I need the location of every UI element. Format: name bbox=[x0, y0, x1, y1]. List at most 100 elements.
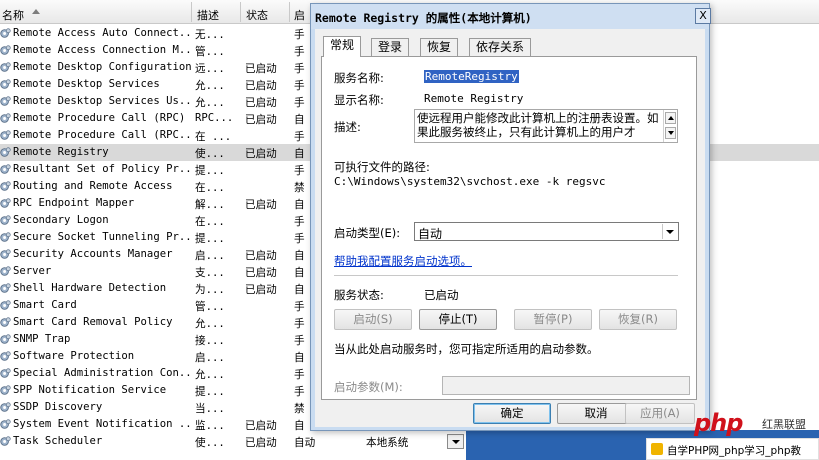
exe-path-label: 可执行文件的路径: bbox=[334, 160, 430, 174]
startup-type-select[interactable]: 自动 bbox=[414, 222, 679, 241]
service-gear-icon bbox=[0, 113, 11, 123]
service-name-cell: Software Protection bbox=[13, 350, 135, 362]
service-gear-icon bbox=[0, 283, 11, 293]
start-button[interactable]: 启动(S) bbox=[334, 309, 412, 330]
service-description-cell: 接... bbox=[195, 335, 225, 347]
service-description-cell: 解... bbox=[195, 199, 225, 211]
tab-dependencies[interactable]: 依存关系 bbox=[469, 38, 532, 56]
service-gear-icon bbox=[0, 181, 11, 191]
column-name[interactable]: 名称 bbox=[2, 7, 24, 23]
service-gear-icon bbox=[0, 266, 11, 276]
service-status-cell: 已启动 bbox=[245, 63, 277, 75]
service-description-cell: 在 ... bbox=[195, 131, 232, 143]
watermark-caption-box: 自学PHP网_php学习_php教 bbox=[646, 438, 819, 460]
service-description-cell: 允... bbox=[195, 97, 225, 109]
site-watermark: php 红黑联盟 自学PHP网_php学习_php教 bbox=[646, 408, 819, 460]
service-name-cell: Resultant Set of Policy Pr... bbox=[13, 163, 191, 175]
service-name-cell: Secondary Logon bbox=[13, 214, 109, 226]
service-gear-icon bbox=[0, 368, 11, 378]
service-name-cell: SSDP Discovery bbox=[13, 401, 103, 413]
service-gear-icon bbox=[0, 300, 11, 310]
service-gear-icon bbox=[0, 96, 11, 106]
column-description[interactable]: 描述 bbox=[197, 7, 219, 23]
sort-ascending-icon bbox=[32, 9, 40, 14]
chevron-down-icon[interactable] bbox=[662, 224, 677, 239]
service-name-cell: SPP Notification Service bbox=[13, 384, 167, 396]
exe-path-value[interactable]: C:\Windows\system32\svchost.exe -k regsv… bbox=[334, 175, 606, 188]
service-description-cell: 为... bbox=[195, 284, 225, 296]
service-description-cell: 提... bbox=[195, 233, 225, 245]
scroll-up-icon[interactable] bbox=[665, 112, 676, 124]
service-name-cell: Remote Desktop Configuration bbox=[13, 61, 191, 73]
service-description-cell: 监... bbox=[195, 420, 225, 432]
display-name-label: 显示名称: bbox=[334, 93, 384, 107]
service-name-cell: Smart Card bbox=[13, 299, 77, 311]
column-startup-type[interactable]: 启 bbox=[294, 7, 305, 23]
chevron-down-icon[interactable] bbox=[447, 434, 464, 449]
service-gear-icon bbox=[0, 79, 11, 89]
column-divider[interactable] bbox=[289, 2, 290, 22]
service-description-cell: 允... bbox=[195, 80, 225, 92]
service-name-cell: Remote Procedure Call (RPC) bbox=[13, 112, 186, 124]
service-description-cell: 管... bbox=[195, 301, 225, 313]
service-gear-icon bbox=[0, 130, 11, 140]
service-status-cell: 已启动 bbox=[245, 250, 277, 262]
stop-button[interactable]: 停止(T) bbox=[419, 309, 497, 330]
display-name-value[interactable]: Remote Registry bbox=[424, 92, 523, 105]
watermark-brand: 红黑联盟 bbox=[762, 418, 806, 431]
php-logo: php bbox=[694, 409, 743, 437]
service-description-cell: 提... bbox=[195, 386, 225, 398]
pause-button[interactable]: 暂停(P) bbox=[514, 309, 592, 330]
service-description-cell: 当... bbox=[195, 403, 225, 415]
php-badge-icon bbox=[651, 443, 663, 455]
tab-logon[interactable]: 登录 bbox=[371, 38, 410, 56]
service-name-cell: RPC Endpoint Mapper bbox=[13, 197, 135, 209]
service-gear-icon bbox=[0, 334, 11, 344]
service-gear-icon bbox=[0, 419, 11, 429]
column-status[interactable]: 状态 bbox=[246, 7, 268, 23]
separator bbox=[334, 275, 678, 276]
service-description-cell: 支... bbox=[195, 267, 225, 279]
dialog-titlebar[interactable]: Remote Registry 的属性(本地计算机) bbox=[311, 4, 709, 29]
ok-button[interactable]: 确定 bbox=[473, 403, 551, 424]
cancel-button[interactable]: 取消 bbox=[557, 403, 635, 424]
resume-button[interactable]: 恢复(R) bbox=[599, 309, 677, 330]
service-gear-icon bbox=[0, 385, 11, 395]
tab-general[interactable]: 常规 bbox=[323, 36, 362, 57]
start-params-hint: 当从此处启动服务时，您可指定所适用的启动参数。 bbox=[334, 342, 599, 356]
service-status-label: 服务状态: bbox=[334, 288, 384, 302]
service-gear-icon bbox=[0, 28, 11, 38]
service-description-cell: 提... bbox=[195, 165, 225, 177]
service-name-value[interactable]: RemoteRegistry bbox=[424, 70, 519, 83]
properties-dialog: Remote Registry 的属性(本地计算机) X 常规 登录 恢复 依存… bbox=[310, 3, 711, 431]
scroll-down-icon[interactable] bbox=[665, 127, 676, 139]
service-description-cell: 启... bbox=[195, 250, 225, 262]
service-name-cell: Security Accounts Manager bbox=[13, 248, 173, 260]
service-status-cell: 已启动 bbox=[245, 148, 277, 160]
service-description-cell: 启... bbox=[195, 352, 225, 364]
service-description-cell: 无... bbox=[195, 29, 225, 41]
service-description-cell: 使... bbox=[195, 437, 225, 449]
column-divider[interactable] bbox=[191, 2, 192, 22]
service-name-cell: Remote Desktop Services Us... bbox=[13, 95, 191, 107]
description-textbox[interactable]: 使远程用户能修改此计算机上的注册表设置。如果此服务被终止，只有此计算机上的用户才 bbox=[414, 109, 678, 143]
service-status-value: 已启动 bbox=[424, 288, 459, 302]
description-scrollbar[interactable] bbox=[663, 110, 677, 142]
startup-help-link[interactable]: 帮助我配置服务启动选项。 bbox=[334, 253, 472, 269]
column-divider[interactable] bbox=[240, 2, 241, 22]
start-params-input[interactable] bbox=[442, 376, 690, 395]
close-icon[interactable]: X bbox=[695, 8, 711, 24]
service-status-cell: 已启动 bbox=[245, 420, 277, 432]
service-name-cell: Remote Registry bbox=[13, 146, 109, 158]
service-gear-icon bbox=[0, 436, 11, 446]
service-name-selection[interactable]: RemoteRegistry bbox=[424, 70, 519, 83]
description-label: 描述: bbox=[334, 120, 361, 134]
service-name-cell: Remote Access Connection M... bbox=[13, 44, 191, 56]
service-name-cell: Remote Access Auto Connect... bbox=[13, 27, 191, 39]
service-gear-icon bbox=[0, 249, 11, 259]
startup-type-value: 自动 bbox=[418, 227, 443, 241]
service-gear-icon bbox=[0, 402, 11, 412]
service-name-cell: Routing and Remote Access bbox=[13, 180, 173, 192]
tab-recovery[interactable]: 恢复 bbox=[420, 38, 459, 56]
service-name-cell: Task Scheduler bbox=[13, 435, 103, 447]
